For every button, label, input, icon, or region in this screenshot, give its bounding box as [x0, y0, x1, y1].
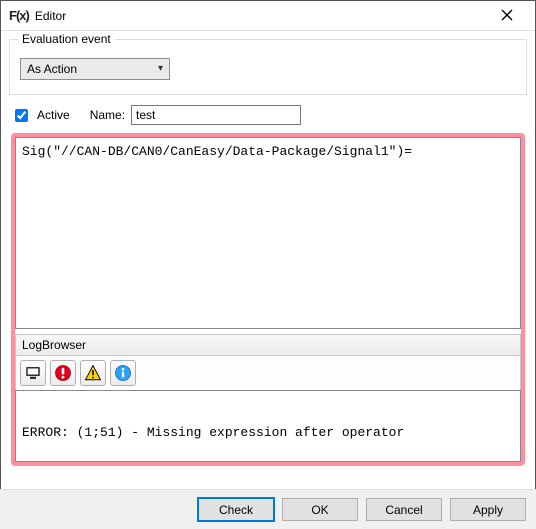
name-input[interactable]: [131, 105, 301, 125]
log-line: ERROR: (1;51) - Missing expression after…: [22, 425, 514, 440]
log-warning-button[interactable]: [80, 360, 106, 386]
close-button[interactable]: [485, 2, 529, 30]
cancel-button[interactable]: Cancel: [366, 498, 442, 521]
app-icon: F(x): [9, 8, 29, 23]
log-toolbar: [15, 356, 521, 390]
content-area: Evaluation event As Action ▾ Active Name…: [1, 31, 535, 466]
active-checkbox[interactable]: [15, 109, 28, 122]
event-combo-value: As Action: [27, 62, 77, 76]
log-monitor-button[interactable]: [20, 360, 46, 386]
event-combo[interactable]: As Action ▾: [20, 58, 170, 80]
log-info-button[interactable]: [110, 360, 136, 386]
dialog-button-bar: Check OK Cancel Apply: [0, 489, 536, 529]
title-bar: F(x) Editor: [1, 1, 535, 31]
warning-icon: [84, 364, 102, 382]
log-header[interactable]: LogBrowser: [15, 334, 521, 356]
info-icon: [114, 364, 132, 382]
chevron-down-icon: ▾: [158, 63, 163, 74]
check-button[interactable]: Check: [198, 498, 274, 521]
error-icon: [54, 364, 72, 382]
apply-button[interactable]: Apply: [450, 498, 526, 521]
active-row: Active Name:: [11, 105, 527, 125]
close-icon: [501, 9, 513, 21]
monitor-icon: [24, 364, 42, 382]
editor-highlight-frame: LogBrowser: [11, 133, 525, 466]
log-error-button[interactable]: [50, 360, 76, 386]
active-label: Active: [37, 108, 70, 122]
code-editor[interactable]: [15, 137, 521, 329]
ok-button[interactable]: OK: [282, 498, 358, 521]
log-output: ERROR: (1;51) - Missing expression after…: [16, 391, 520, 462]
log-output-scroll[interactable]: ERROR: (1;51) - Missing expression after…: [15, 390, 521, 462]
evaluation-event-group: Evaluation event As Action ▾: [9, 39, 527, 95]
window-title: Editor: [35, 9, 485, 23]
name-label: Name:: [90, 108, 125, 122]
group-legend: Evaluation event: [18, 32, 115, 46]
